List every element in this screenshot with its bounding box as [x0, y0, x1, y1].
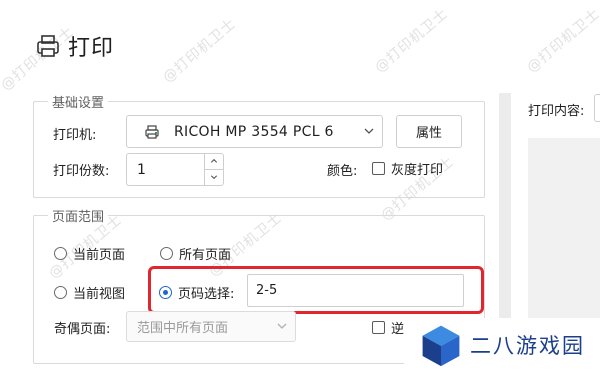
printer-icon [37, 35, 59, 57]
radio-current-view-button[interactable] [54, 286, 67, 299]
watermark: @打印机卫士 [372, 5, 452, 76]
print-content-label: 打印内容: [528, 104, 585, 119]
basic-settings-legend: 基础设置 [52, 96, 105, 111]
odd-even-value: 范围中所有页面 [137, 321, 229, 336]
printer-value: RICOH MP 3554 PCL 6 [174, 123, 334, 140]
radio-current-page-button[interactable] [54, 247, 67, 260]
radio-current-page[interactable]: 当前页面 [54, 244, 125, 263]
printer-select[interactable]: RICOH MP 3554 PCL 6 [126, 115, 383, 148]
watermark: @打印机卫士 [160, 15, 240, 86]
printer-small-icon [145, 124, 159, 139]
highlight-box [148, 266, 484, 314]
reverse-checkbox[interactable] [372, 321, 385, 334]
stepper-down-icon[interactable] [209, 173, 219, 182]
properties-button[interactable]: 属性 [396, 115, 462, 148]
grayscale-checkbox[interactable] [372, 162, 385, 175]
chevron-down-icon [277, 323, 287, 329]
copies-value: 1 [137, 161, 146, 178]
printer-label: 打印机: [53, 128, 97, 143]
stepper-up-icon[interactable] [209, 157, 219, 166]
chevron-down-icon [364, 128, 374, 134]
copies-stepper[interactable]: 1 [126, 153, 224, 186]
current-page-label: 当前页面 [73, 248, 126, 263]
site-logo: 二八游戏园 [404, 318, 600, 372]
radio-all-pages[interactable]: 所有页面 [160, 244, 231, 263]
cube-logo-icon [422, 325, 460, 367]
odd-even-select[interactable]: 范围中所有页面 [126, 311, 296, 342]
odd-even-label: 奇偶页面: [54, 322, 111, 337]
watermark: @打印机卫士 [524, 5, 600, 76]
color-label: 颜色: [327, 164, 358, 179]
current-view-label: 当前视图 [73, 287, 126, 302]
all-pages-label: 所有页面 [179, 248, 232, 263]
dialog-title: 打印 [34, 30, 114, 62]
radio-all-pages-button[interactable] [160, 247, 173, 260]
dialog-title-text: 打印 [68, 36, 115, 61]
copies-label: 打印份数: [53, 164, 110, 179]
logo-text: 二八游戏园 [470, 334, 585, 358]
grayscale-option[interactable]: 灰度打印 [372, 159, 443, 178]
print-content-select-edge[interactable] [594, 94, 600, 122]
radio-current-view[interactable]: 当前视图 [54, 283, 125, 302]
grayscale-label: 灰度打印 [391, 163, 444, 178]
stepper-arrows [204, 154, 223, 185]
page-range-legend: 页面范围 [52, 210, 105, 225]
